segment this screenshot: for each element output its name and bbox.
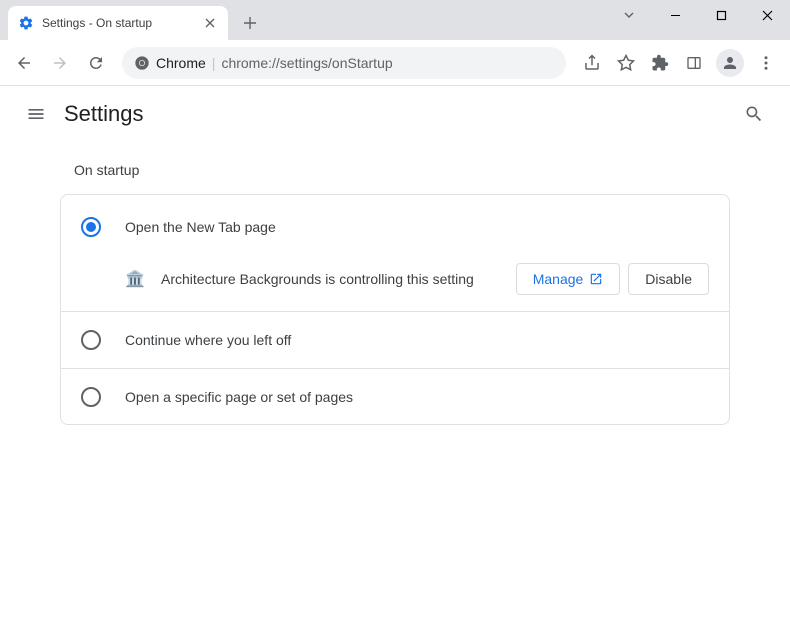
profile-button[interactable] <box>716 49 744 77</box>
share-button[interactable] <box>576 47 608 79</box>
option-label: Open the New Tab page <box>125 219 276 235</box>
forward-button[interactable] <box>44 47 76 79</box>
window-controls <box>606 0 790 30</box>
close-window-button[interactable] <box>744 0 790 30</box>
radio-unselected[interactable] <box>81 330 101 350</box>
maximize-button[interactable] <box>698 0 744 30</box>
option-label: Continue where you left off <box>125 332 291 348</box>
chrome-icon <box>134 55 150 71</box>
back-button[interactable] <box>8 47 40 79</box>
reload-button[interactable] <box>80 47 112 79</box>
new-tab-button[interactable] <box>236 9 264 37</box>
option-specific-pages[interactable]: Open a specific page or set of pages <box>61 368 729 424</box>
chevron-down-icon[interactable] <box>606 0 652 30</box>
section-title: On startup <box>60 162 730 178</box>
hamburger-menu-button[interactable] <box>16 94 56 134</box>
extension-notice: 🏛️ Architecture Backgrounds is controlli… <box>61 251 729 312</box>
extension-icon: 🏛️ <box>125 269 145 289</box>
gear-icon <box>18 15 34 31</box>
startup-options-card: Open the New Tab page 🏛️ Architecture Ba… <box>60 194 730 425</box>
settings-header: Settings <box>0 86 790 142</box>
tab-title: Settings - On startup <box>42 16 202 30</box>
omnibox-text: Chrome|chrome://settings/onStartup <box>156 55 393 71</box>
option-new-tab[interactable]: Open the New Tab page <box>61 195 729 251</box>
radio-unselected[interactable] <box>81 387 101 407</box>
address-bar: Chrome|chrome://settings/onStartup <box>0 40 790 86</box>
minimize-button[interactable] <box>652 0 698 30</box>
option-label: Open a specific page or set of pages <box>125 389 353 405</box>
menu-button[interactable] <box>750 47 782 79</box>
bookmark-button[interactable] <box>610 47 642 79</box>
option-continue[interactable]: Continue where you left off <box>61 312 729 368</box>
radio-selected[interactable] <box>81 217 101 237</box>
manage-button[interactable]: Manage <box>516 263 621 295</box>
extension-message: Architecture Backgrounds is controlling … <box>161 271 508 287</box>
disable-button[interactable]: Disable <box>628 263 709 295</box>
extensions-button[interactable] <box>644 47 676 79</box>
omnibox[interactable]: Chrome|chrome://settings/onStartup <box>122 47 566 79</box>
browser-tab[interactable]: Settings - On startup <box>8 6 228 40</box>
close-icon[interactable] <box>202 15 218 31</box>
search-button[interactable] <box>734 94 774 134</box>
settings-content: On startup Open the New Tab page 🏛️ Arch… <box>0 142 790 445</box>
side-panel-button[interactable] <box>678 47 710 79</box>
window-titlebar: Settings - On startup <box>0 0 790 40</box>
page-title: Settings <box>64 101 144 127</box>
